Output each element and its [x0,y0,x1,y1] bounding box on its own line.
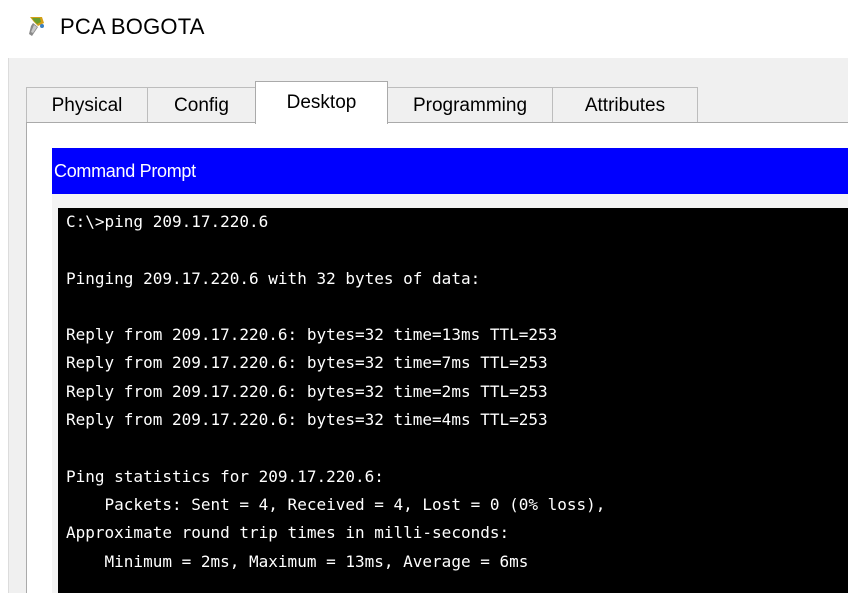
tab-programming[interactable]: Programming [387,87,553,123]
tab-attributes[interactable]: Attributes [552,87,698,123]
terminal-line: Reply from 209.17.220.6: bytes=32 time=4… [66,410,548,430]
terminal-line: Ping statistics for 209.17.220.6: [66,466,384,486]
terminal-line: Reply from 209.17.220.6: bytes=32 time=1… [66,325,558,345]
tab-physical[interactable]: Physical [26,87,148,123]
pc-device-icon [29,17,44,36]
terminal-line: Reply from 209.17.220.6: bytes=32 time=7… [66,353,548,373]
terminal-line: Approximate round trip times in milli-se… [66,523,510,543]
terminal-line: Minimum = 2ms, Maximum = 13ms, Average =… [66,551,529,571]
tab-config[interactable]: Config [147,87,256,123]
terminal-line: Pinging 209.17.220.6 with 32 bytes of da… [66,268,481,288]
window-titlebar: PCA BOGOTA [0,0,848,56]
tab-desktop[interactable]: Desktop [255,81,388,124]
command-prompt-titlebar: Command Prompt [52,148,848,194]
window-title: PCA BOGOTA [60,14,205,39]
terminal-line: Reply from 209.17.220.6: bytes=32 time=2… [66,381,548,401]
terminal-line: Packets: Sent = 4, Received = 4, Lost = … [66,494,606,514]
command-prompt-terminal[interactable]: C:\>ping 209.17.220.6 Pinging 209.17.220… [58,208,848,593]
terminal-line: C:\>ping 209.17.220.6 [66,212,269,231]
